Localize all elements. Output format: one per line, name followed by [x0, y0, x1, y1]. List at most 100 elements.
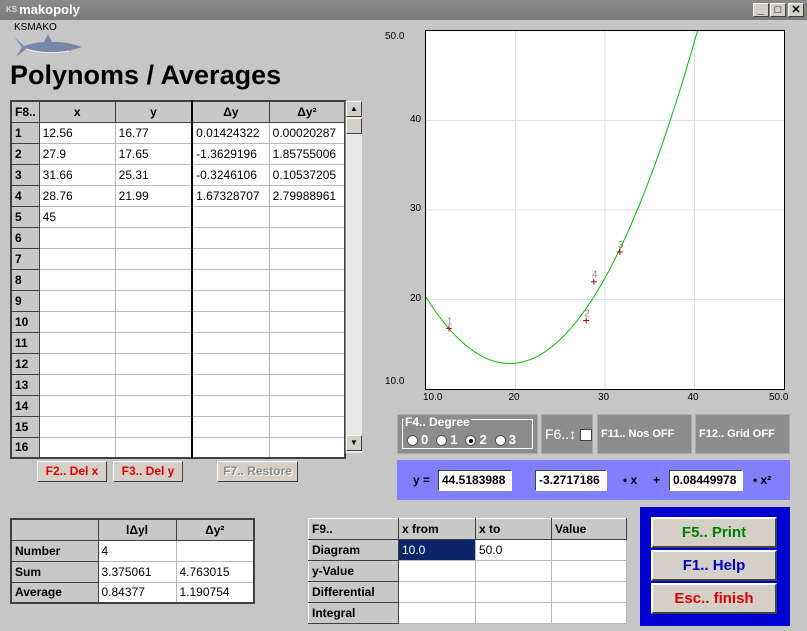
cell-x[interactable]: [38, 394, 116, 417]
to-field[interactable]: [475, 560, 552, 582]
cell-y[interactable]: [114, 436, 193, 459]
grid-row[interactable]: 4 28.76 21.99 1.67328707 2.79988961: [10, 184, 346, 207]
cell-x[interactable]: 27.9: [38, 142, 116, 165]
row-number[interactable]: 2: [10, 142, 40, 165]
scroll-thumb[interactable]: [346, 118, 362, 134]
cell-y[interactable]: 25.31: [114, 163, 193, 186]
cell-x[interactable]: [38, 331, 116, 354]
cell-x[interactable]: [38, 415, 116, 438]
degree-radio-3[interactable]: 3: [494, 432, 516, 447]
cell-x[interactable]: [38, 226, 116, 249]
del-x-button[interactable]: F2.. Del x: [37, 461, 107, 482]
cell-x[interactable]: 31.66: [38, 163, 116, 186]
radio-circle-icon[interactable]: [465, 435, 477, 447]
cell-x[interactable]: [38, 310, 116, 333]
col-header-y[interactable]: y: [114, 100, 193, 123]
finish-button[interactable]: Esc.. finish: [651, 583, 777, 614]
grid-row[interactable]: 10: [10, 310, 346, 333]
coef-c0-field[interactable]: 44.5183988: [438, 470, 512, 491]
cell-y[interactable]: [114, 247, 193, 270]
grid-row[interactable]: 7: [10, 247, 346, 270]
cell-x[interactable]: 28.76: [38, 184, 116, 207]
cell-x[interactable]: [38, 436, 116, 459]
grid-row[interactable]: 16: [10, 436, 346, 459]
f9-mode-button[interactable]: Differential: [308, 581, 399, 603]
coef-c1-field[interactable]: -3.2717186: [535, 470, 607, 491]
maximize-button[interactable]: □: [770, 3, 786, 17]
degree-radio-1[interactable]: 1: [436, 432, 457, 447]
cell-x[interactable]: [38, 268, 116, 291]
radio-circle-icon[interactable]: [494, 435, 506, 447]
row-number[interactable]: 13: [10, 373, 40, 396]
from-field[interactable]: [398, 581, 476, 603]
del-y-button[interactable]: F3.. Del y: [113, 461, 183, 482]
row-number[interactable]: 11: [10, 331, 40, 354]
grid-corner[interactable]: F8..: [10, 100, 40, 123]
scroll-down-icon[interactable]: ▼: [346, 435, 362, 451]
grid-row[interactable]: 6: [10, 226, 346, 249]
row-number[interactable]: 1: [10, 121, 40, 144]
grid-row[interactable]: 3 31.66 25.31 -0.3246106 0.10537205: [10, 163, 346, 186]
row-number[interactable]: 6: [10, 226, 40, 249]
row-number[interactable]: 9: [10, 289, 40, 312]
radio-circle-icon[interactable]: [436, 435, 448, 447]
f9-mode-button[interactable]: y-Value: [308, 560, 399, 582]
minimize-button[interactable]: _: [753, 3, 769, 17]
cell-y[interactable]: [114, 373, 193, 396]
f12-toggle[interactable]: F12.. Grid OFF: [695, 414, 790, 479]
f6-checkbox[interactable]: [580, 429, 593, 442]
cell-y[interactable]: 21.99: [114, 184, 193, 207]
f11-toggle[interactable]: F11.. Nos OFF: [597, 414, 692, 479]
row-number[interactable]: 15: [10, 415, 40, 438]
f6-toggle[interactable]: F6..↕: [541, 414, 593, 454]
col-header-x[interactable]: x: [38, 100, 116, 123]
cell-y[interactable]: [114, 289, 193, 312]
to-field[interactable]: [475, 602, 552, 624]
degree-radio-0[interactable]: 0: [407, 432, 428, 447]
row-number[interactable]: 8: [10, 268, 40, 291]
cell-y[interactable]: [114, 205, 193, 228]
grid-row[interactable]: 15: [10, 415, 346, 438]
row-number[interactable]: 7: [10, 247, 40, 270]
grid-row[interactable]: 1 12.56 16.77 0.01424322 0.00020287: [10, 121, 346, 144]
f9-mode-button[interactable]: Integral: [308, 602, 399, 624]
help-button[interactable]: F1.. Help: [651, 550, 777, 581]
row-number[interactable]: 5: [10, 205, 40, 228]
row-number[interactable]: 3: [10, 163, 40, 186]
cell-x[interactable]: [38, 247, 116, 270]
row-number[interactable]: 4: [10, 184, 40, 207]
cell-x[interactable]: 12.56: [38, 121, 116, 144]
grid-row[interactable]: 12: [10, 352, 346, 375]
grid-row[interactable]: 2 27.9 17.65 -1.3629196 1.85755006: [10, 142, 346, 165]
cell-y[interactable]: [114, 415, 193, 438]
grid-scrollbar[interactable]: ▲ ▼: [345, 101, 362, 453]
restore-button[interactable]: F7.. Restore: [217, 461, 298, 482]
scroll-up-icon[interactable]: ▲: [346, 101, 362, 117]
cell-y[interactable]: [114, 310, 193, 333]
grid-row[interactable]: 11: [10, 331, 346, 354]
grid-row[interactable]: 14: [10, 394, 346, 417]
data-grid[interactable]: F8.. x y Δy Δy² 1 12.56 16.77 0.01424322 0.0…: [10, 100, 347, 459]
cell-y[interactable]: [114, 331, 193, 354]
degree-radio-2[interactable]: 2: [465, 432, 487, 447]
row-number[interactable]: 16: [10, 436, 40, 459]
f9-mode-button[interactable]: Diagram: [308, 539, 399, 561]
grid-row[interactable]: 5 45: [10, 205, 346, 228]
cell-x[interactable]: [38, 373, 116, 396]
f9-row[interactable]: Differential: [308, 581, 627, 603]
cell-x[interactable]: 45: [38, 205, 116, 228]
grid-row[interactable]: 8: [10, 268, 346, 291]
cell-x[interactable]: [38, 352, 116, 375]
cell-y[interactable]: [114, 226, 193, 249]
grid-row[interactable]: 9: [10, 289, 346, 312]
coef-c2-field[interactable]: 0.08449978: [669, 470, 743, 491]
radio-circle-icon[interactable]: [407, 435, 418, 447]
cell-y[interactable]: 16.77: [114, 121, 193, 144]
cell-y[interactable]: [114, 394, 193, 417]
cell-x[interactable]: [38, 289, 116, 312]
row-number[interactable]: 12: [10, 352, 40, 375]
f9-table[interactable]: F9.. x from x to Value Diagram 10.0 50.0 y-Val…: [308, 518, 627, 624]
row-number[interactable]: 10: [10, 310, 40, 333]
to-field[interactable]: [475, 581, 552, 603]
to-field[interactable]: 50.0: [475, 539, 552, 561]
